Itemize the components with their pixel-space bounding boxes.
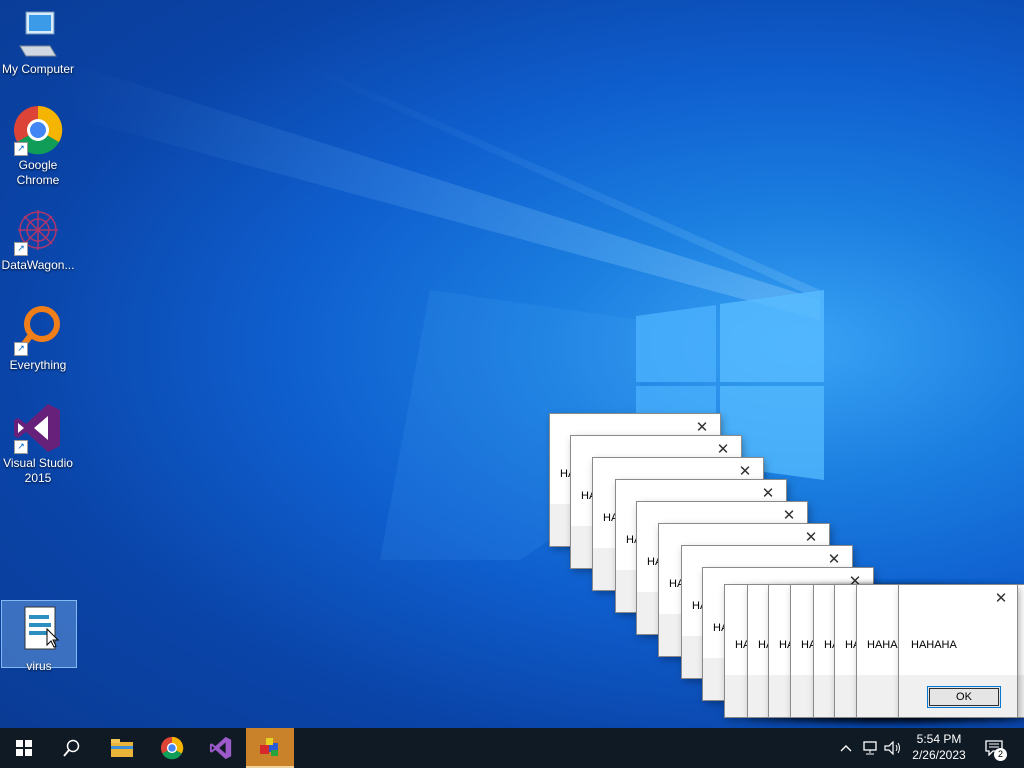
- volume-icon: [884, 741, 900, 755]
- chrome-icon: [160, 736, 184, 760]
- clock-time: 5:54 PM: [916, 732, 962, 746]
- taskbar: 5:54 PM 2/26/2023 2: [0, 728, 1024, 768]
- taskbar-file-explorer[interactable]: [98, 728, 146, 768]
- close-icon[interactable]: ✕: [692, 418, 712, 438]
- datawagon-icon: ↗: [12, 204, 64, 256]
- desktop-icon-my-computer[interactable]: My Computer: [0, 8, 76, 77]
- script-file-icon: [13, 605, 65, 657]
- close-icon[interactable]: ✕: [713, 440, 733, 460]
- taskbar-chrome[interactable]: [148, 728, 196, 768]
- desktop-icon-visual-studio[interactable]: ↗ Visual Studio 2015: [0, 402, 76, 486]
- notification-count-badge: 2: [994, 748, 1007, 761]
- chrome-icon: ↗: [12, 104, 64, 156]
- desktop-icon-label: Everything: [9, 358, 67, 372]
- visual-studio-icon: [209, 736, 232, 760]
- computer-icon: [12, 8, 64, 60]
- visual-studio-icon: ↗: [12, 402, 64, 454]
- start-button[interactable]: [0, 728, 48, 768]
- everything-search-icon: ↗: [12, 304, 64, 356]
- shortcut-arrow-icon: ↗: [14, 440, 28, 454]
- shortcut-arrow-icon: ↗: [14, 142, 28, 156]
- dialog-footer: OK: [899, 675, 1017, 717]
- search-icon: [63, 739, 80, 757]
- desktop-icon-label: Visual Studio 2015: [3, 456, 73, 485]
- show-hidden-icons-button[interactable]: [836, 728, 856, 768]
- message-dialog-active[interactable]: ✕ HAHAHA OK: [899, 585, 1017, 717]
- app-icon: [260, 738, 278, 756]
- shortcut-arrow-icon: ↗: [14, 342, 28, 356]
- search-button[interactable]: [48, 728, 96, 768]
- dialog-message: HAHAHA: [911, 639, 957, 651]
- desktop-icon-virus[interactable]: virus: [1, 600, 77, 673]
- clock[interactable]: 5:54 PM 2/26/2023: [902, 731, 976, 763]
- start-icon: [16, 740, 32, 756]
- desktop-icon-label: DataWagon...: [1, 258, 75, 272]
- desktop-icon-label: virus: [26, 659, 52, 673]
- desktop-icon-google-chrome[interactable]: ↗ Google Chrome: [0, 104, 76, 188]
- shortcut-arrow-icon: ↗: [14, 242, 28, 256]
- desktop-icon-everything[interactable]: ↗ Everything: [0, 304, 76, 373]
- close-icon[interactable]: ✕: [735, 462, 755, 482]
- network-button[interactable]: [858, 728, 882, 768]
- taskbar-active-app[interactable]: [246, 728, 294, 768]
- network-icon: [863, 741, 877, 755]
- chevron-up-icon: [840, 745, 852, 752]
- close-icon[interactable]: ✕: [824, 550, 844, 570]
- close-icon[interactable]: ✕: [779, 506, 799, 526]
- clock-date: 2/26/2023: [912, 748, 966, 762]
- taskbar-visual-studio[interactable]: [197, 728, 245, 768]
- close-icon[interactable]: ✕: [801, 528, 821, 548]
- desktop-icon-label: My Computer: [1, 62, 75, 76]
- volume-button[interactable]: [882, 728, 904, 768]
- ok-button[interactable]: OK: [927, 686, 1001, 708]
- close-icon[interactable]: ✕: [758, 484, 778, 504]
- file-explorer-icon: [111, 739, 133, 757]
- desktop-icon-label: Google Chrome: [16, 158, 60, 187]
- close-icon[interactable]: ✕: [991, 589, 1011, 609]
- desktop-icon-datawagon[interactable]: ↗ DataWagon...: [0, 204, 76, 273]
- desktop[interactable]: My Computer ↗ Google Chrome ↗ DataWagon.…: [0, 0, 1024, 728]
